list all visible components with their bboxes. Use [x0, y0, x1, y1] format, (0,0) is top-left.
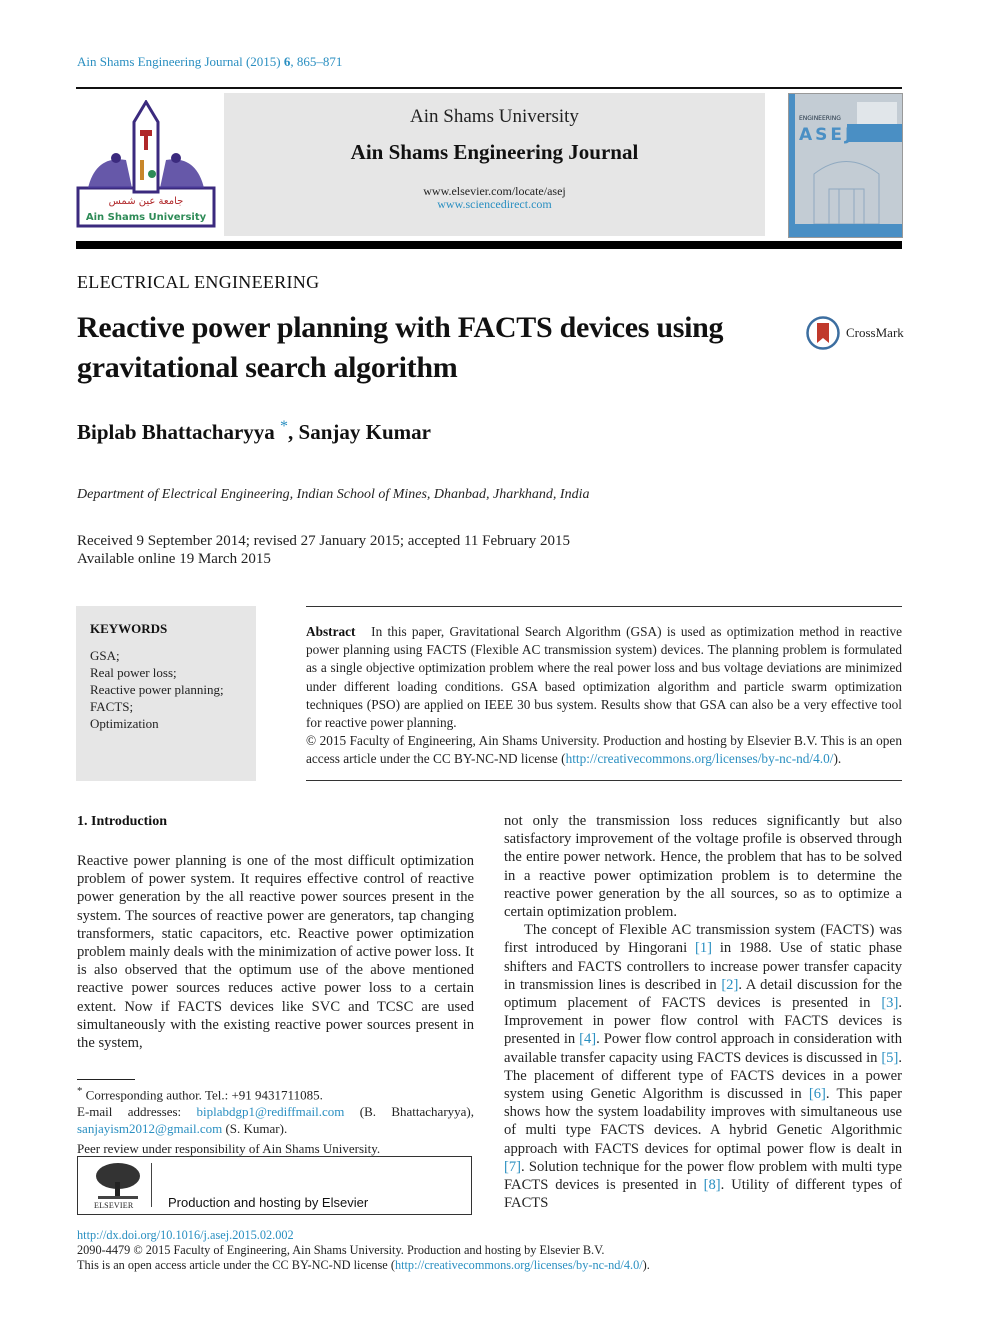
abstract-bottom-rule: [306, 780, 902, 781]
author-list: Biplab Bhattacharyya *, Sanjay Kumar: [77, 418, 431, 445]
svg-text:ENGINEERING: ENGINEERING: [799, 115, 841, 122]
journal-name: Ain Shams Engineering Journal: [350, 140, 639, 164]
header-thick-divider: [76, 241, 902, 249]
obelisk-logo-icon: جامعة عين شمس Ain Shams University: [76, 99, 216, 228]
footnotes: * Corresponding author. Tel.: +91 943171…: [77, 1083, 474, 1157]
introduction-heading: 1. Introduction: [77, 814, 167, 829]
university-logo: جامعة عين شمس Ain Shams University: [76, 99, 216, 230]
license-link[interactable]: http://creativecommons.org/licenses/by-n…: [395, 1258, 643, 1272]
issn-line: 2090-4479 © 2015 Faculty of Engineering,…: [77, 1243, 605, 1257]
email-link[interactable]: biplabdgp1@rediffmail.com: [197, 1104, 345, 1119]
keywords-list: GSA; Real power loss; Reactive power pla…: [90, 647, 224, 732]
online-date: Available online 19 March 2015: [77, 551, 271, 567]
article-dates: Received 9 September 2014; revised 27 Ja…: [77, 532, 570, 568]
doi-link[interactable]: http://dx.doi.org/10.1016/j.asej.2015.02…: [77, 1228, 294, 1242]
keyword-item: Optimization: [90, 716, 159, 731]
keyword-item: Reactive power planning;: [90, 682, 224, 697]
svg-text:جامعة عين شمس: جامعة عين شمس: [109, 196, 184, 207]
journal-banner: Ain Shams University Ain Shams Engineeri…: [224, 93, 765, 236]
keyword-item: Real power loss;: [90, 665, 177, 680]
crossmark-icon: [806, 316, 840, 350]
intro-paragraph: Reactive power planning is one of the mo…: [77, 853, 474, 1052]
email-addresses: E-mail addresses: biplabdgp1@rediffmail.…: [77, 1104, 474, 1137]
reference-link[interactable]: [7]: [504, 1159, 521, 1175]
university-name: Ain Shams University: [410, 106, 579, 127]
email-link[interactable]: sanjayism2012@gmail.com: [77, 1121, 222, 1136]
keyword-item: FACTS;: [90, 699, 134, 714]
section-label: ELECTRICAL ENGINEERING: [77, 272, 320, 292]
abstract-text: In this paper, Gravitational Search Algo…: [306, 624, 902, 731]
reference-link[interactable]: [4]: [579, 1031, 596, 1047]
license-link[interactable]: http://creativecommons.org/licenses/by-n…: [566, 751, 834, 766]
corresponding-author-mark[interactable]: *: [280, 418, 288, 435]
elsevier-hosting-box: ELSEVIER Production and hosting by Elsev…: [77, 1156, 472, 1215]
abstract-top-rule: [306, 606, 902, 607]
author-name[interactable]: Biplab Bhattacharyya: [77, 420, 280, 444]
footnote-rule: [77, 1079, 135, 1080]
reference-link[interactable]: [2]: [721, 977, 738, 993]
intro-left-column: Reactive power planning is one of the mo…: [77, 852, 474, 1052]
article-title: Reactive power planning with FACTS devic…: [77, 311, 724, 384]
reference-link[interactable]: [3]: [881, 995, 898, 1011]
crossmark-button[interactable]: CrossMark: [806, 316, 904, 350]
affiliation: Department of Electrical Engineering, In…: [77, 487, 590, 502]
page-footer: http://dx.doi.org/10.1016/j.asej.2015.02…: [77, 1228, 650, 1273]
crossmark-label: CrossMark: [846, 325, 904, 340]
elsevier-label: ELSEVIER: [94, 1201, 134, 1210]
svg-text:Ain Shams University: Ain Shams University: [86, 212, 207, 223]
reference-link[interactable]: [8]: [704, 1177, 721, 1193]
journal-cover: ENGINEERING ASEJ: [788, 93, 903, 238]
svg-text:ASEJ: ASEJ: [799, 125, 854, 145]
journal-citation[interactable]: Ain Shams Engineering Journal (2015) 6, …: [77, 54, 342, 70]
header-divider: [76, 87, 902, 89]
intro-right-column: not only the transmission loss reduces s…: [504, 812, 902, 1212]
license-line: This is an open access article under the…: [77, 1258, 650, 1272]
intro-paragraph: not only the transmission loss reduces s…: [504, 813, 902, 921]
journal-cover-icon: ENGINEERING ASEJ: [789, 94, 902, 237]
abstract-label: Abstract: [306, 624, 356, 639]
reference-link[interactable]: [5]: [881, 1050, 898, 1066]
peer-review-note: Peer review under responsibility of Ain …: [77, 1141, 381, 1157]
reference-link[interactable]: [1]: [695, 940, 712, 956]
sciencedirect-link[interactable]: www.sciencedirect.com: [224, 198, 765, 211]
elsevier-tree-icon: [96, 1163, 140, 1199]
production-hosting-text: Production and hosting by Elsevier: [168, 1195, 369, 1210]
author-name[interactable]: , Sanjay Kumar: [288, 420, 431, 444]
vertical-divider: [151, 1163, 152, 1207]
keywords-box: KEYWORDS GSA; Real power loss; Reactive …: [76, 606, 256, 781]
abstract: Abstract In this paper, Gravitational Se…: [306, 624, 902, 767]
keyword-item: GSA;: [90, 648, 120, 663]
intro-paragraph-facts: The concept of Flexible AC transmission …: [504, 922, 902, 1212]
received-dates: Received 9 September 2014; revised 27 Ja…: [77, 533, 571, 549]
corresponding-author-note: * Corresponding author. Tel.: +91 943171…: [77, 1085, 323, 1103]
keywords-heading: KEYWORDS: [90, 621, 168, 636]
reference-link[interactable]: [6]: [809, 1086, 826, 1102]
